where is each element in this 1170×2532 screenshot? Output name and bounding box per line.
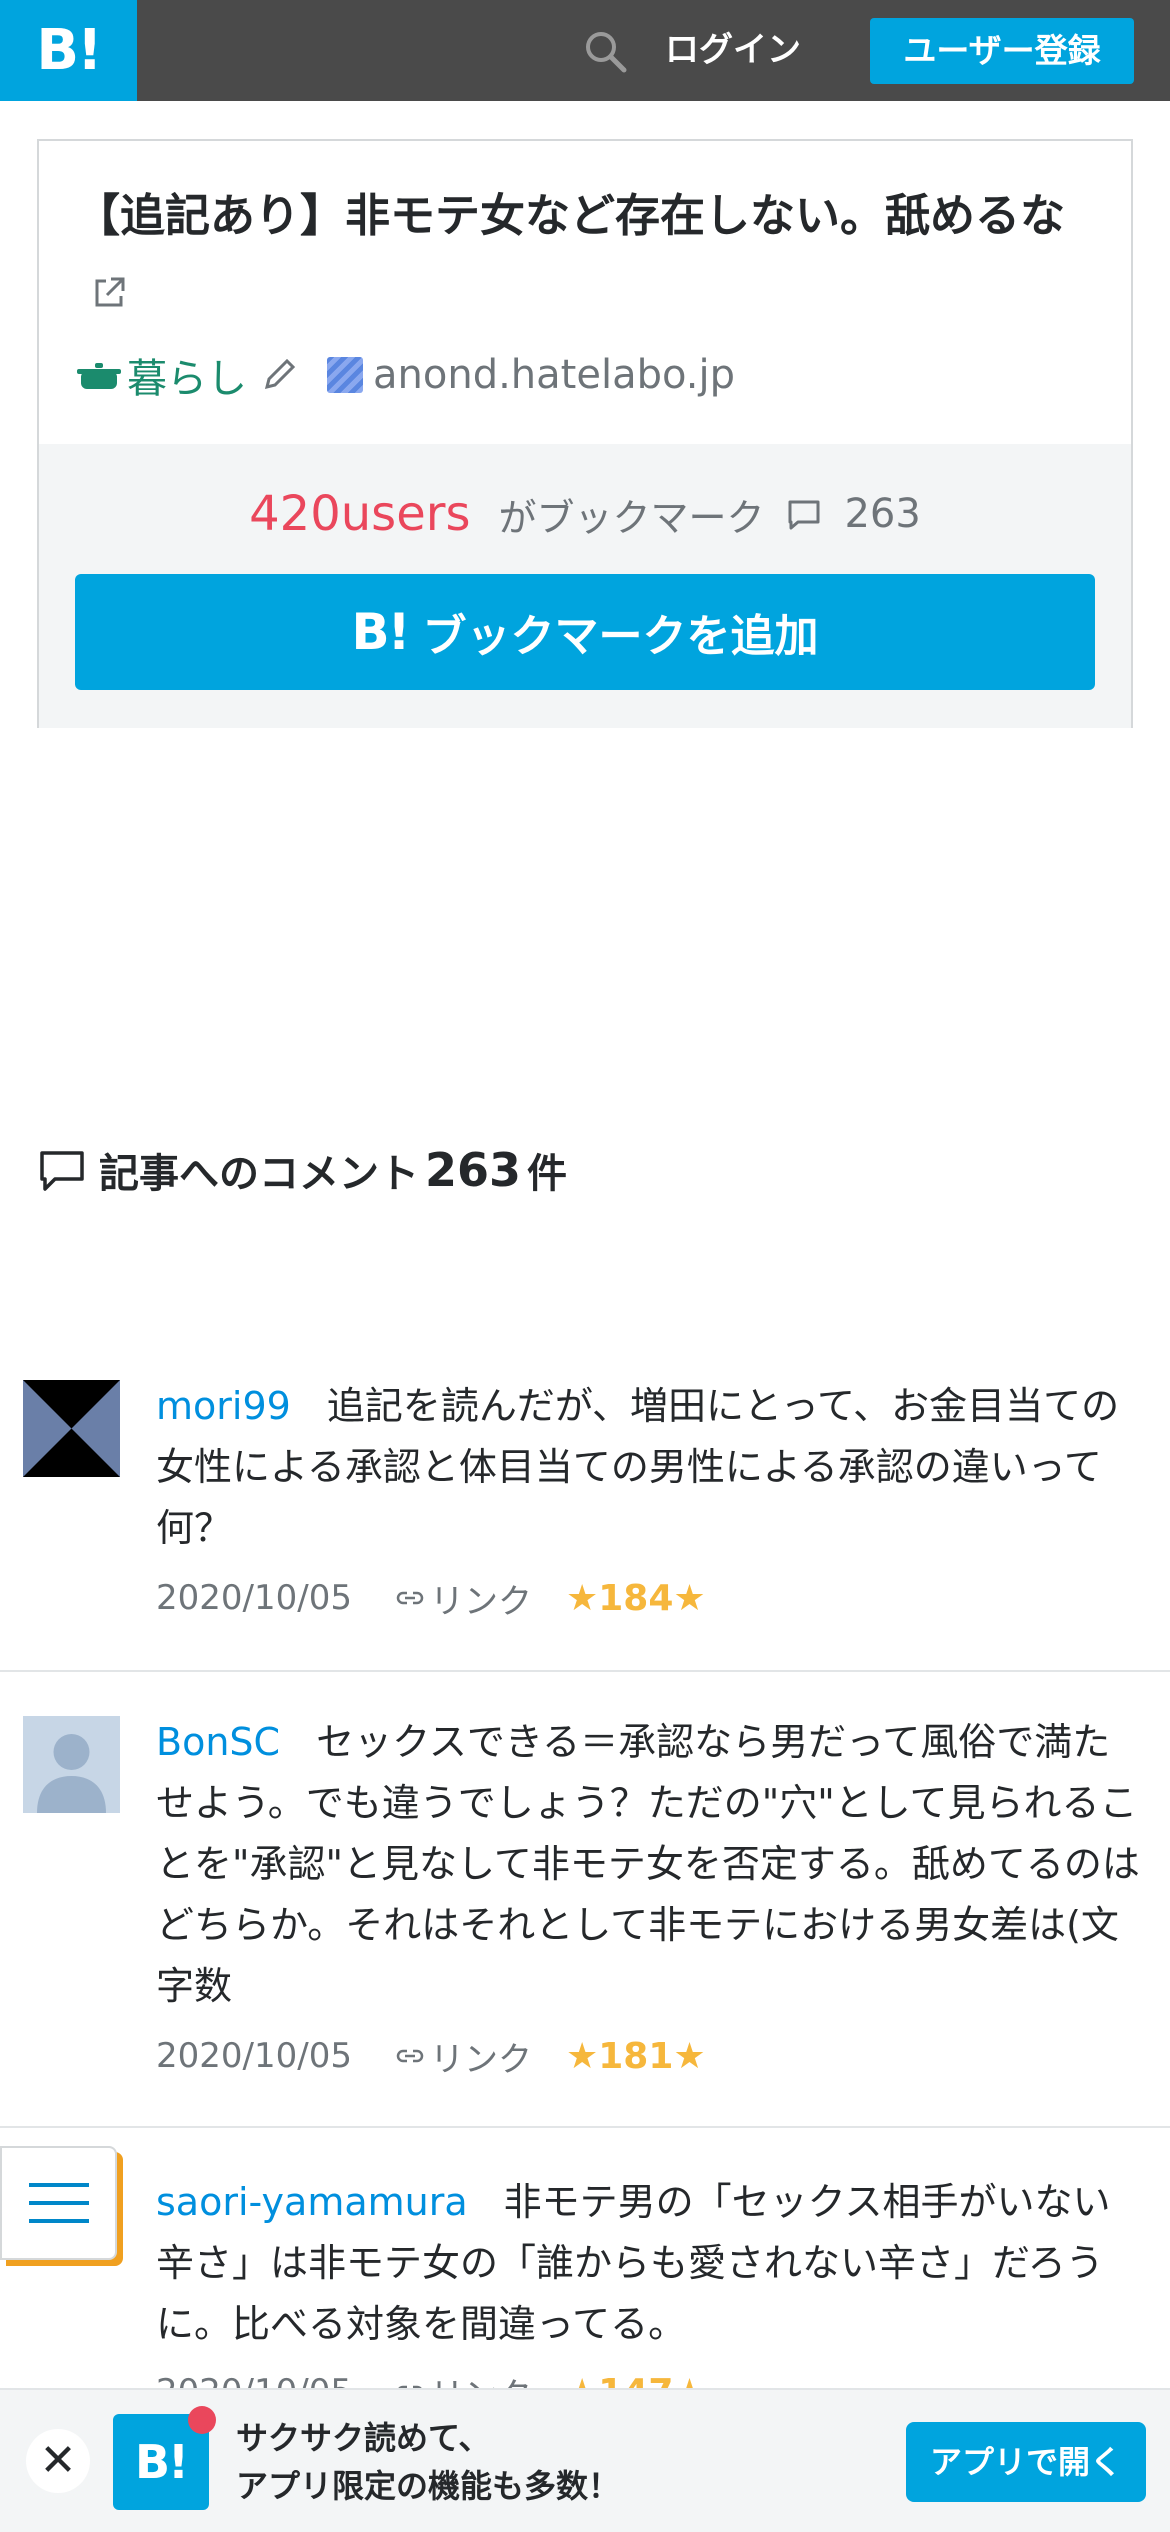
entry-meta: 暮らし anond.hatelabo.jp xyxy=(75,345,735,405)
entry-card: 【追記あり】非モテ女など存在しない。舐めるな 暮らし anond.hatelab… xyxy=(37,139,1133,728)
comments-heading: 記事へのコメント 263 件 xyxy=(37,1140,567,1200)
comment-username[interactable]: saori-yamamura xyxy=(156,2180,468,2224)
comment-body: BonSC セックスできる＝承認なら男だって風俗で満たせよう。でも違うでしょう？た… xyxy=(156,1712,1146,2017)
hamburger-line xyxy=(28,2219,89,2223)
comment-date[interactable]: 2020/10/05 xyxy=(156,2036,352,2076)
hamburger-line xyxy=(28,2201,89,2205)
comment-link-label: リンク xyxy=(429,1581,532,1622)
login-link[interactable]: ログイン xyxy=(665,0,801,101)
bookmark-users-suffix: がブックマーク xyxy=(498,495,765,540)
pot-icon xyxy=(77,363,121,389)
comments-heading-unit: 件 xyxy=(527,1151,568,1197)
category-link[interactable]: 暮らし xyxy=(127,346,247,404)
avatar[interactable] xyxy=(23,1716,120,1813)
link-icon xyxy=(396,1591,424,1605)
add-bookmark-button[interactable]: B! ブックマークを追加 xyxy=(75,574,1095,690)
hatebu-logo[interactable]: B! xyxy=(0,0,137,101)
comment-icon xyxy=(788,500,820,530)
entry-title[interactable]: 【追記あり】非モテ女など存在しない。舐めるな xyxy=(75,177,1095,333)
comment-date[interactable]: 2020/10/05 xyxy=(156,1578,352,1618)
comments-heading-count: 263 xyxy=(425,1143,522,1197)
comment-permalink[interactable]: リンク xyxy=(394,2032,532,2081)
comment-meta: 2020/10/05 リンク ★184★ xyxy=(156,1568,706,1628)
close-banner-button[interactable]: ✕ xyxy=(26,2429,90,2493)
comment-stars[interactable]: ★184★ xyxy=(566,1578,706,1619)
bookmark-button-logo: B! xyxy=(351,603,411,661)
comment-count[interactable]: 263 xyxy=(844,491,920,537)
top-header: B! ログイン ユーザー登録 xyxy=(0,0,1170,101)
comment-item: mori99 追記を読んだが、増田にとって、お金目当ての女性による承認と体目当ての… xyxy=(0,1350,1170,1672)
bookmark-button-label: ブックマークを追加 xyxy=(422,611,819,662)
site-favicon-icon xyxy=(327,357,363,393)
search-icon[interactable] xyxy=(580,26,630,76)
bookmark-users-count[interactable]: 420users xyxy=(249,486,470,542)
comment-text: 追記を読んだが、増田にとって、お金目当ての女性による承認と体目当ての男性による承… xyxy=(156,1384,1120,1550)
avatar[interactable] xyxy=(23,1380,120,1477)
link-icon xyxy=(396,2049,424,2063)
app-promo-line1: サクサク読めて、 xyxy=(236,2419,491,2457)
hamburger-line xyxy=(28,2183,89,2187)
comment-meta: 2020/10/05 リンク ★181★ xyxy=(156,2026,706,2086)
entry-title-text[interactable]: 【追記あり】非モテ女など存在しない。舐めるな xyxy=(75,189,1065,242)
entry-domain-link[interactable]: anond.hatelabo.jp xyxy=(373,352,735,398)
signup-button[interactable]: ユーザー登録 xyxy=(870,18,1134,84)
bookmark-count-row: 420users がブックマーク 263 xyxy=(39,444,1131,584)
comment-permalink[interactable]: リンク xyxy=(394,1574,532,1623)
comment-username[interactable]: BonSC xyxy=(156,1720,280,1764)
comment-text: セックスできる＝承認なら男だって風俗で満たせよう。でも違うでしょう？ただの"穴"… xyxy=(156,1720,1140,2008)
entry-bookmark-area: 420users がブックマーク 263 B! ブックマークを追加 xyxy=(39,444,1131,728)
comment-item: BonSC セックスできる＝承認なら男だって風俗で満たせよう。でも違うでしょう？た… xyxy=(0,1672,1170,2128)
pencil-icon[interactable] xyxy=(259,355,299,395)
app-promo-line2: アプリ限定の機能も多数！ xyxy=(236,2467,621,2505)
notification-dot xyxy=(188,2406,216,2434)
comment-stars[interactable]: ★181★ xyxy=(566,2036,706,2077)
comments-heading-label: 記事へのコメント xyxy=(99,1151,419,1197)
comment-link-label: リンク xyxy=(429,2039,532,2080)
open-in-app-button[interactable]: アプリで開く xyxy=(906,2422,1146,2502)
comment-body: mori99 追記を読んだが、増田にとって、お金目当ての女性による承認と体目当ての… xyxy=(156,1376,1146,1559)
comment-body: saori-yamamura 非モテ男の「セックス相手がいない辛さ」は非モテ女の「… xyxy=(156,2172,1146,2355)
comment-username[interactable]: mori99 xyxy=(156,1384,291,1428)
app-promo-text: サクサク読めて、 アプリ限定の機能も多数！ xyxy=(236,2414,620,2510)
speech-bubble-icon xyxy=(40,1151,84,1191)
external-link-icon[interactable] xyxy=(89,273,129,313)
menu-button[interactable] xyxy=(0,2146,117,2260)
app-promo-banner: ✕ B! サクサク読めて、 アプリ限定の機能も多数！ アプリで開く xyxy=(0,2388,1170,2532)
